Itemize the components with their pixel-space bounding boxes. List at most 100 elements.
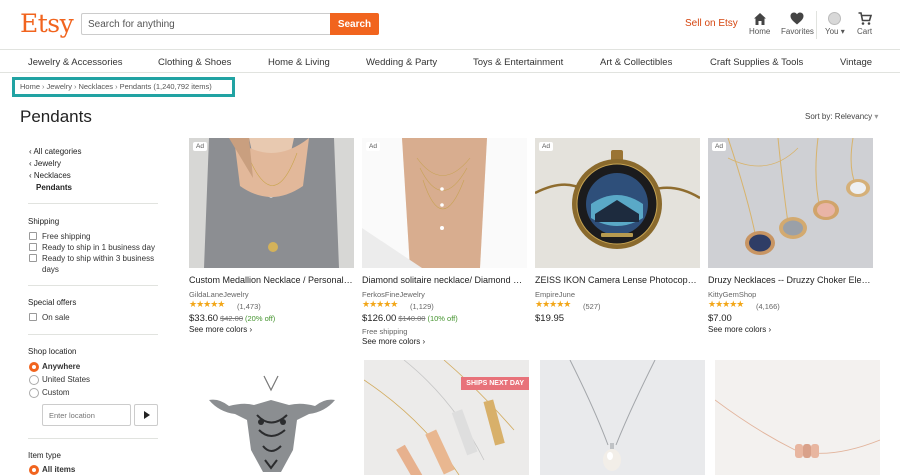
page-title: Pendants <box>20 107 92 126</box>
product-title[interactable]: Druzy Necklaces -- Druzzy Choker Elegant <box>708 275 873 285</box>
search-input[interactable] <box>81 13 330 35</box>
review-count: (1,473) <box>237 302 261 311</box>
cat-craft-supplies[interactable]: Craft Supplies & Tools <box>710 57 803 68</box>
product-image[interactable]: Ad <box>708 138 873 268</box>
location-input[interactable] <box>42 404 131 426</box>
ad-badge: Ad <box>539 142 553 151</box>
radio-anywhere[interactable] <box>29 362 39 372</box>
price: $126.00 $140.00 (10% off) <box>362 313 458 324</box>
product-title[interactable]: Diamond solitaire necklace/ Diamond neck… <box>362 275 527 285</box>
current-price: $19.95 <box>535 313 565 324</box>
breadcrumb-current: Pendants (1,240,792 items) <box>119 82 212 91</box>
favorites-nav[interactable]: Favorites <box>781 12 814 36</box>
chevron-right-icon: › <box>115 82 118 91</box>
cart-nav[interactable]: Cart <box>857 12 872 36</box>
sidebar-link-necklaces[interactable]: ‹ Necklaces <box>29 171 71 180</box>
shop-name[interactable]: FerkosFineJewelry <box>362 290 425 299</box>
shop-name[interactable]: EmpireJune <box>535 290 575 299</box>
united-states-label: United States <box>42 375 91 384</box>
sidebar-divider <box>28 203 158 204</box>
heart-icon <box>781 12 814 26</box>
see-more-colors-link[interactable]: See more colors › <box>362 337 425 346</box>
chevron-right-icon: › <box>42 82 45 91</box>
ad-badge: Ad <box>366 142 380 151</box>
home-label: Home <box>749 27 771 36</box>
review-count: (1,129) <box>410 302 434 311</box>
breadcrumb: Home › Jewelry › Necklaces › Pendants (1,240,7… <box>20 82 212 91</box>
product-image[interactable]: Ad <box>535 138 700 268</box>
shop-location-heading: Shop location <box>28 347 77 356</box>
star-rating-icon: ★★★★★ <box>362 299 398 309</box>
review-count: (4,166) <box>756 302 780 311</box>
cat-toys-entertainment[interactable]: Toys & Entertainment <box>473 57 563 68</box>
breadcrumb-jewelry[interactable]: Jewelry <box>47 82 72 91</box>
ad-badge: Ad <box>193 142 207 151</box>
favorites-label: Favorites <box>781 27 814 36</box>
product-image[interactable]: Ad <box>362 138 527 268</box>
see-more-colors-link[interactable]: See more colors › <box>189 325 252 334</box>
ad-badge: Ad <box>712 142 726 151</box>
chevron-right-icon: › <box>73 82 77 91</box>
discount: (10% off) <box>427 314 458 323</box>
see-more-colors-link[interactable]: See more colors › <box>708 325 771 334</box>
site-header: Etsy Search Sell on Etsy Home Favorites … <box>0 0 900 50</box>
sort-by-dropdown[interactable]: Sort by: Relevancy ▾ <box>805 112 878 121</box>
sidebar-link-all-categories[interactable]: ‹ All categories <box>29 147 81 156</box>
product-image[interactable] <box>715 360 880 475</box>
current-price: $7.00 <box>708 313 732 324</box>
product-title[interactable]: Custom Medallion Necklace / Personalized… <box>189 275 354 285</box>
breadcrumb-necklaces[interactable]: Necklaces <box>78 82 113 91</box>
cat-art-collectibles[interactable]: Art & Collectibles <box>600 57 672 68</box>
cat-wedding-party[interactable]: Wedding & Party <box>366 57 437 68</box>
sidebar-divider <box>28 334 158 335</box>
shipping-heading: Shipping <box>28 217 60 226</box>
star-rating-icon: ★★★★★ <box>189 299 225 309</box>
ready-1-day-label: Ready to ship in 1 business day <box>42 243 155 252</box>
price: $33.60 $42.00 (20% off) <box>189 313 275 324</box>
sell-on-etsy-link[interactable]: Sell on Etsy <box>685 18 738 29</box>
avatar <box>828 12 842 25</box>
cat-jewelry-accessories[interactable]: Jewelry & Accessories <box>28 57 123 68</box>
shop-name[interactable]: KittyGemShop <box>708 290 756 299</box>
free-shipping-label: Free shipping <box>42 232 91 241</box>
etsy-logo[interactable]: Etsy <box>20 9 74 38</box>
old-price: $140.00 <box>398 314 426 323</box>
checkbox-free-shipping[interactable] <box>29 232 37 240</box>
custom-label: Custom <box>42 388 70 397</box>
cart-icon <box>857 12 872 26</box>
price: $7.00 <box>708 313 732 324</box>
radio-all-items[interactable] <box>29 465 39 475</box>
current-price: $33.60 <box>189 313 219 324</box>
home-nav[interactable]: Home <box>749 12 770 36</box>
product-image[interactable] <box>540 360 705 475</box>
sort-by-label: Sort by: Relevancy <box>805 112 873 121</box>
product-image[interactable]: SHIPS NEXT DAY <box>364 360 529 475</box>
shop-name[interactable]: GildaLaneJewelry <box>189 290 249 299</box>
you-nav[interactable]: You ▾ <box>825 12 845 36</box>
sidebar-link-jewelry[interactable]: ‹ Jewelry <box>29 159 61 168</box>
product-image[interactable] <box>189 360 354 475</box>
ready-3-days-label-cont: days <box>42 265 59 274</box>
location-submit-button[interactable] <box>134 404 158 426</box>
all-items-label: All items <box>42 465 76 474</box>
home-icon <box>749 12 770 26</box>
cat-clothing-shoes[interactable]: Clothing & Shoes <box>158 57 231 68</box>
checkbox-ready-3-days[interactable] <box>29 254 37 262</box>
product-title[interactable]: ZEISS IKON Camera Lense Photocopy Neckla… <box>535 275 700 285</box>
checkbox-ready-1-day[interactable] <box>29 243 37 251</box>
free-shipping-label: Free shipping <box>362 327 408 336</box>
cat-vintage[interactable]: Vintage <box>840 57 872 68</box>
caret-down-icon: ▾ <box>874 112 879 121</box>
cat-home-living[interactable]: Home & Living <box>268 57 330 68</box>
old-price: $42.00 <box>220 314 244 323</box>
price: $19.95 <box>535 313 564 324</box>
special-offers-heading: Special offers <box>28 298 77 307</box>
search-button[interactable]: Search <box>330 13 379 35</box>
product-image[interactable]: Ad <box>189 138 354 268</box>
checkbox-on-sale[interactable] <box>29 313 37 321</box>
sidebar-divider <box>28 285 158 286</box>
star-rating-icon: ★★★★★ <box>535 299 571 309</box>
radio-custom[interactable] <box>29 388 39 398</box>
breadcrumb-home[interactable]: Home <box>20 82 40 91</box>
radio-united-states[interactable] <box>29 375 39 385</box>
